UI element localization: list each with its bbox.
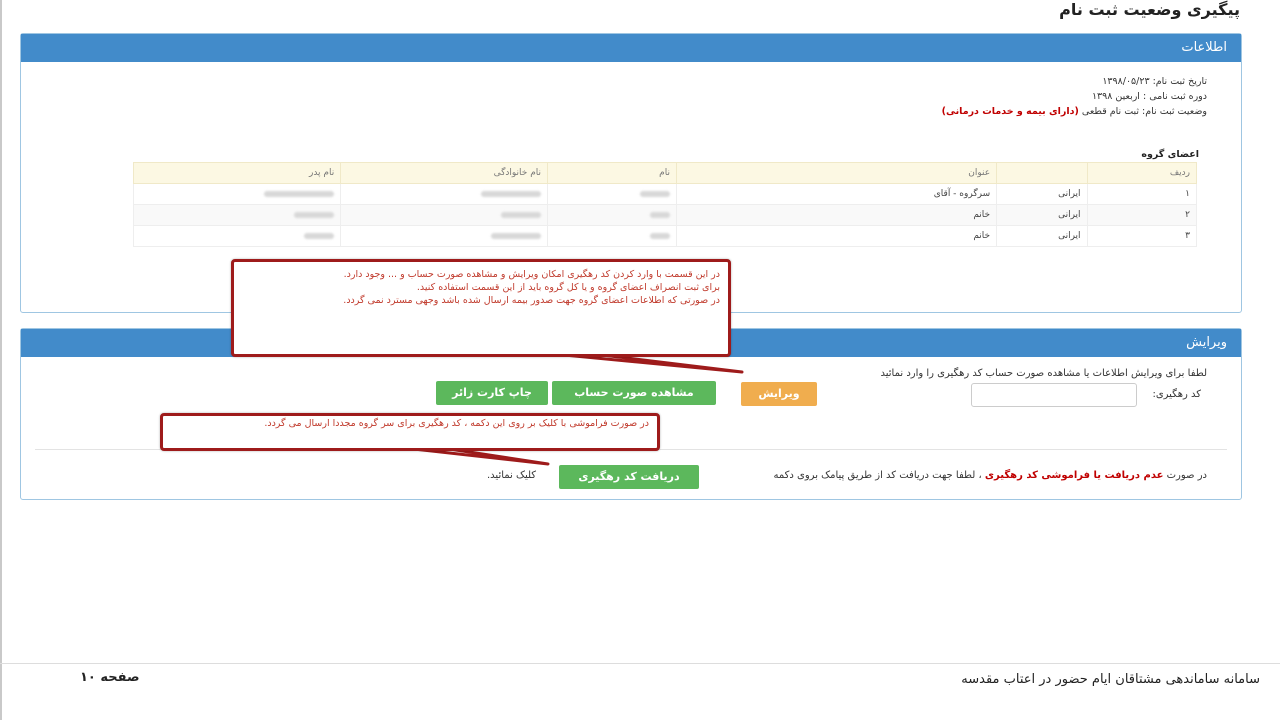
callout-line: در این قسمت با وارد کردن کد رهگیری امکان… [343,269,720,280]
callout-line: برای ثبت انصراف اعضای گروه و یا کل گروه … [416,282,720,293]
get-code-callout: در صورت فراموشی با کلیک بر روی این دکمه … [160,413,660,451]
footer-page-number: صفحه ۱۰ [80,670,140,685]
footer-divider [0,663,1280,664]
edit-section-callout: در این قسمت با وارد کردن کد رهگیری امکان… [231,259,731,357]
callout-arrows [358,343,744,466]
footer-system-name: سامانه ساماندهی مشتاقان ایام حضور در اعت… [961,672,1260,687]
callout-line: در صورتی که اطلاعات اعضای گروه جهت صدور … [343,295,720,306]
